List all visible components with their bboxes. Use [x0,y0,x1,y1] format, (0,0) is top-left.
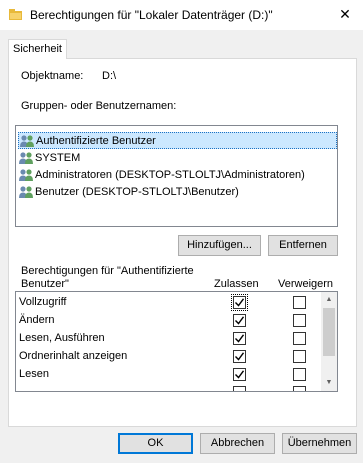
window-title: Berechtigungen für "Lokaler Datenträger … [30,8,273,22]
permissions-scrollbar[interactable]: ▲ ▼ [321,292,337,391]
groups-label: Gruppen- oder Benutzernamen: [21,100,177,112]
deny-checkbox-modify[interactable] [293,314,306,327]
deny-checkbox-read-execute[interactable] [293,332,306,345]
object-name-value: D:\ [102,70,117,82]
permission-name: Ändern [19,314,55,326]
scroll-up-arrow-icon[interactable]: ▲ [321,292,337,308]
checkmark-icon [235,334,245,343]
list-item-label: Benutzer (DESKTOP-STLOLTJ\Benutzer) [35,185,239,198]
table-row [16,384,321,391]
users-group-icon [20,134,34,147]
allow-checkbox-full-control[interactable] [231,294,248,311]
groups-listbox[interactable]: Authentifizierte Benutzer SYSTEM Adminis… [15,125,338,227]
scroll-thumb[interactable] [323,308,335,356]
permissions-table: Vollzugriff Ändern Lesen, Ausführen Ordn… [15,291,338,392]
allow-checkbox-read-execute[interactable] [233,332,246,345]
table-row: Lesen [16,366,321,384]
list-item-label: Authentifizierte Benutzer [36,134,156,147]
checkmark-icon [235,352,245,361]
tab-security[interactable]: Sicherheit [8,39,67,59]
apply-button[interactable]: Übernehmen [282,433,357,454]
list-item[interactable]: Authentifizierte Benutzer [18,132,337,149]
allow-checkbox-modify[interactable] [233,314,246,327]
deny-checkbox-list-folder[interactable] [293,350,306,363]
add-button[interactable]: Hinzufügen... [178,235,261,256]
checkmark-icon [235,370,245,379]
permission-name: Ordnerinhalt anzeigen [19,350,128,362]
list-item[interactable]: SYSTEM [18,149,80,166]
list-item-label: SYSTEM [35,151,81,164]
checkmark-icon [235,316,245,325]
allow-column-header: Zulassen [214,278,259,290]
users-group-icon [19,151,33,164]
object-name-label: Objektname: [21,70,84,82]
table-row: Vollzugriff [16,294,321,312]
close-button[interactable]: ✕ [335,4,355,24]
remove-button[interactable]: Entfernen [268,235,338,256]
allow-checkbox-list-folder[interactable] [233,350,246,363]
table-row: Ordnerinhalt anzeigen [16,348,321,366]
deny-column-header: Verweigern [278,278,334,290]
scroll-down-arrow-icon[interactable]: ▼ [321,375,337,391]
allow-checkbox-read[interactable] [233,368,246,381]
ok-button[interactable]: OK [118,433,193,454]
checkmark-icon [235,298,245,307]
cancel-button[interactable]: Abbrechen [200,433,275,454]
permission-name: Lesen, Ausführen [19,332,105,344]
permission-name: Vollzugriff [19,296,67,308]
users-group-icon [19,168,33,181]
list-item[interactable]: Administratoren (DESKTOP-STLOLTJ\Adminis… [18,166,305,183]
permission-name: Lesen [19,368,49,380]
users-group-icon [19,185,33,198]
deny-checkbox-write[interactable] [293,386,306,391]
list-item-label: Administratoren (DESKTOP-STLOLTJ\Adminis… [35,168,305,181]
drive-icon [9,9,22,20]
table-row: Ändern [16,312,321,330]
allow-checkbox-write[interactable] [233,386,246,391]
title-bar: Berechtigungen für "Lokaler Datenträger … [0,0,363,30]
deny-checkbox-full-control[interactable] [293,296,306,309]
list-item[interactable]: Benutzer (DESKTOP-STLOLTJ\Benutzer) [18,183,239,200]
table-row: Lesen, Ausführen [16,330,321,348]
deny-checkbox-read[interactable] [293,368,306,381]
permissions-label: Berechtigungen für "Authentifizierte Ben… [21,265,194,290]
